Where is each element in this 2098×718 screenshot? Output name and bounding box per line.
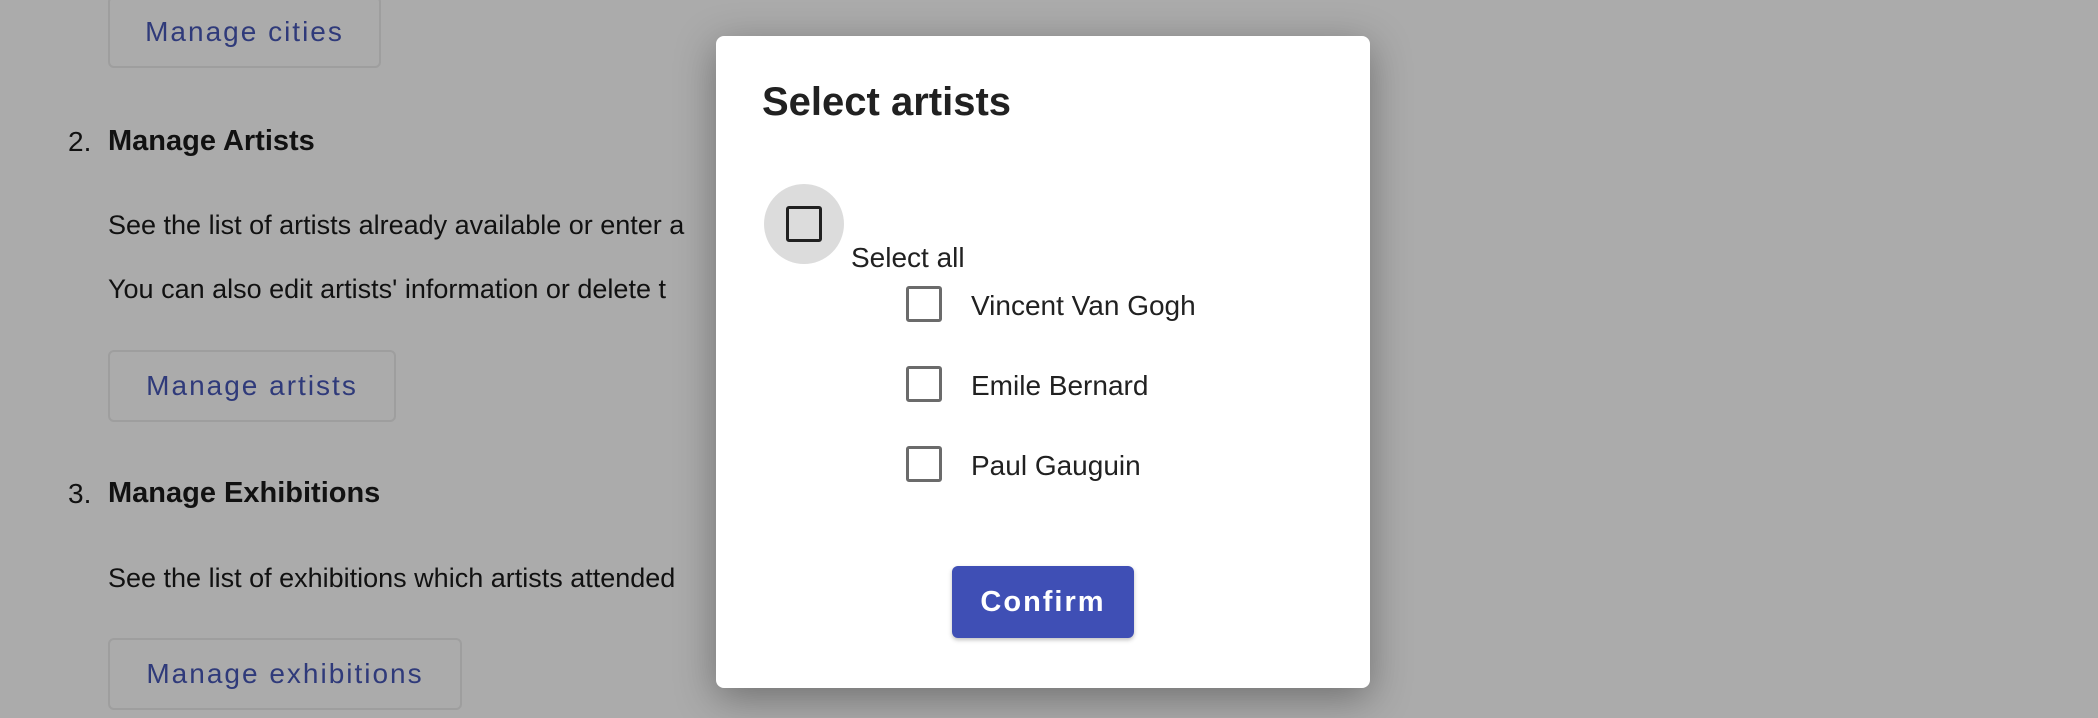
artist-checkbox-vincent-van-gogh[interactable]: [906, 286, 942, 322]
section-title-manage-artists: Manage Artists: [108, 125, 315, 157]
select-artists-dialog: Select artists Select all Vincent Van Go…: [716, 36, 1370, 688]
section-text: You can also edit artists' information o…: [108, 274, 666, 304]
section-text: See the list of exhibitions which artist…: [108, 563, 676, 593]
artist-label[interactable]: Paul Gauguin: [971, 450, 1141, 482]
section-number: 3.: [68, 478, 92, 509]
manage-artists-button[interactable]: Manage artists: [108, 350, 396, 422]
artist-checkbox-emile-bernard[interactable]: [906, 366, 942, 402]
select-all-label[interactable]: Select all: [851, 242, 965, 274]
confirm-button[interactable]: Confirm: [952, 566, 1134, 638]
manage-cities-button[interactable]: Manage cities: [108, 0, 381, 68]
dialog-title: Select artists: [762, 80, 1012, 124]
artist-checkbox-paul-gauguin[interactable]: [906, 446, 942, 482]
section-text: See the list of artists already availabl…: [108, 210, 685, 240]
artist-label[interactable]: Emile Bernard: [971, 370, 1148, 402]
manage-exhibitions-button[interactable]: Manage exhibitions: [108, 638, 462, 710]
artist-label[interactable]: Vincent Van Gogh: [971, 290, 1196, 322]
section-title-manage-exhibitions: Manage Exhibitions: [108, 477, 381, 509]
section-number: 2.: [68, 126, 92, 157]
select-all-checkbox[interactable]: [786, 206, 822, 242]
